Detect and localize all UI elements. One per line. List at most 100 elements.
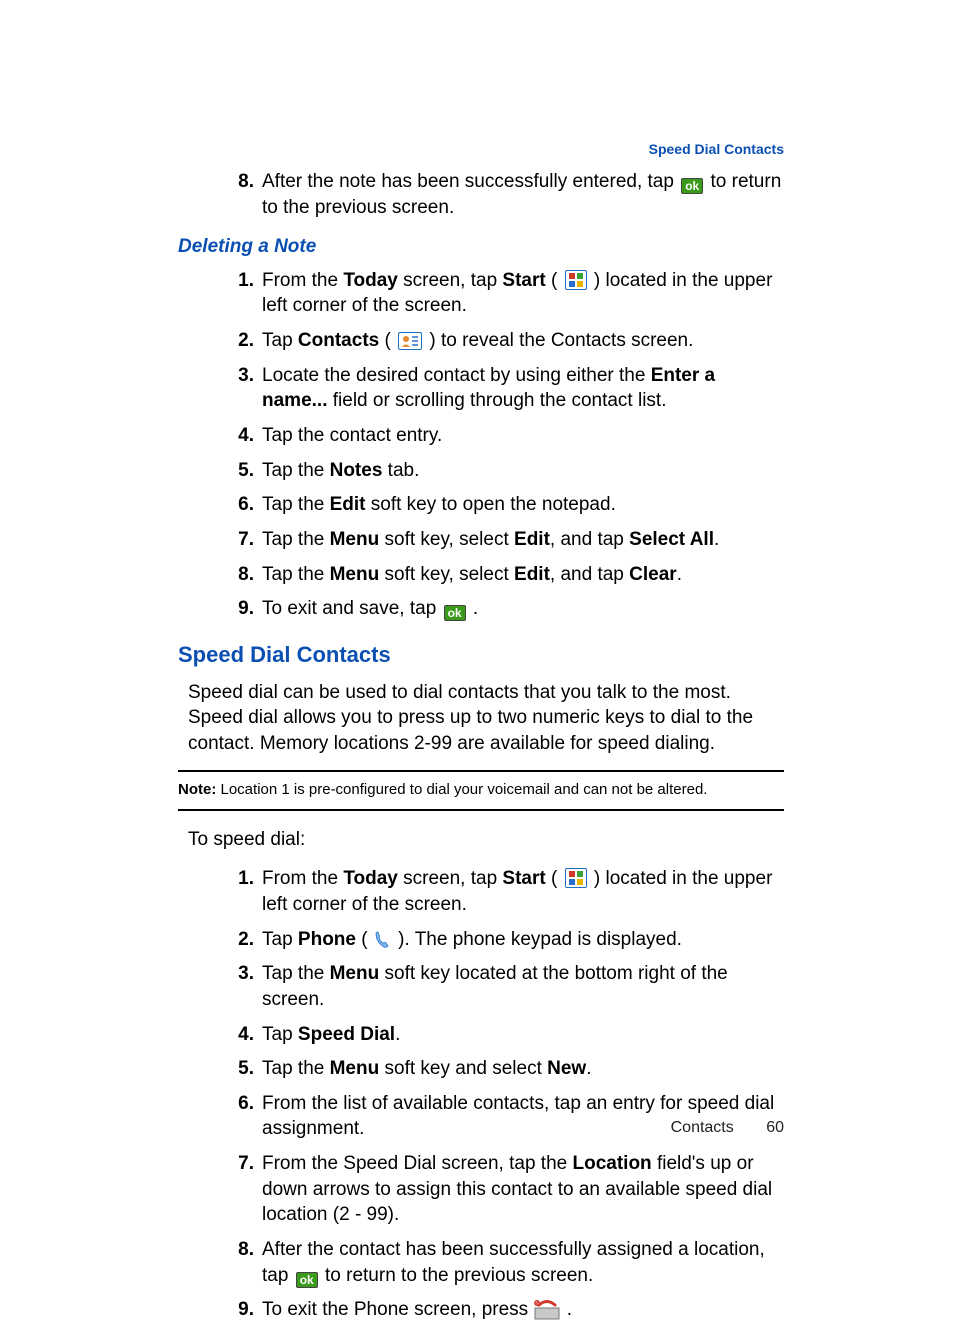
contacts-icon	[398, 332, 422, 350]
note-label: Note:	[178, 781, 216, 798]
text: Tap the	[262, 529, 330, 550]
note-box: Note: Location 1 is pre-configured to di…	[178, 770, 784, 810]
bold-text: Edit	[514, 564, 550, 585]
text: , and tap	[550, 529, 629, 550]
text: .	[561, 1299, 572, 1320]
deleting-step-1: From the Today screen, tap Start ( ) loc…	[262, 268, 784, 319]
bold-text: Menu	[330, 1058, 380, 1079]
footer-page-number: 60	[766, 1119, 784, 1136]
bold-text: Notes	[330, 460, 383, 481]
bold-text: New	[547, 1058, 586, 1079]
speed-step-8: After the contact has been successfully …	[262, 1237, 784, 1288]
text: Tap the	[262, 1058, 330, 1079]
bold-text: Start	[502, 868, 545, 889]
text: .	[468, 598, 479, 619]
speed-step-4: Tap Speed Dial.	[262, 1022, 784, 1048]
bold-text: Today	[343, 270, 398, 291]
speed-dial-lead: To speed dial:	[188, 827, 784, 853]
text: (	[356, 929, 373, 950]
footer-section: Contacts	[671, 1119, 734, 1136]
bold-text: Menu	[330, 529, 380, 550]
speed-step-3: Tap the Menu soft key located at the bot…	[262, 961, 784, 1012]
start-icon	[565, 868, 587, 888]
ok-icon: ok	[444, 605, 466, 621]
text: screen, tap	[398, 270, 503, 291]
text: Tap	[262, 1024, 298, 1045]
speed-step-1: From the Today screen, tap Start ( ) loc…	[262, 866, 784, 917]
speed-step-2: Tap Phone ( ). The phone keypad is displ…	[262, 927, 784, 953]
speed-dial-intro-paragraph: Speed dial can be used to dial contacts …	[188, 680, 784, 757]
end-call-key-icon	[533, 1299, 561, 1320]
deleting-step-8: Tap the Menu soft key, select Edit, and …	[262, 562, 784, 588]
text: soft key, select	[379, 529, 514, 550]
page-footer: Contacts 60	[671, 1117, 784, 1139]
bold-text: Speed Dial	[298, 1024, 395, 1045]
text: soft key, select	[379, 564, 514, 585]
text: To exit the Phone screen, press	[262, 1299, 533, 1320]
manual-page: Speed Dial Contacts After the note has b…	[0, 0, 954, 1319]
text: From the Speed Dial screen, tap the	[262, 1153, 573, 1174]
text: Tap the	[262, 963, 330, 984]
deleting-step-5: Tap the Notes tab.	[262, 458, 784, 484]
note-text: Location 1 is pre-configured to dial you…	[216, 781, 707, 798]
bold-text: Today	[343, 868, 398, 889]
text: (	[379, 330, 396, 351]
speed-step-5: Tap the Menu soft key and select New.	[262, 1056, 784, 1082]
heading-deleting-a-note: Deleting a Note	[178, 234, 784, 260]
text: ) to reveal the Contacts screen.	[424, 330, 693, 351]
bold-text: Edit	[330, 494, 366, 515]
running-header: Speed Dial Contacts	[178, 140, 784, 159]
bold-text: Location	[573, 1153, 652, 1174]
bold-text: Menu	[330, 963, 380, 984]
text: .	[677, 564, 682, 585]
text: Tap the	[262, 494, 330, 515]
speed-dial-steps-list: From the Today screen, tap Start ( ) loc…	[178, 866, 784, 1323]
deleting-step-4: Tap the contact entry.	[262, 423, 784, 449]
text: From the	[262, 270, 343, 291]
text: .	[714, 529, 719, 550]
ok-icon: ok	[296, 1272, 318, 1288]
heading-speed-dial-contacts: Speed Dial Contacts	[178, 640, 784, 670]
text: soft key and select	[379, 1058, 547, 1079]
deleting-step-7: Tap the Menu soft key, select Edit, and …	[262, 527, 784, 553]
continuation-list: After the note has been successfully ent…	[178, 169, 784, 220]
text: Locate the desired contact by using eith…	[262, 365, 651, 386]
text: Tap	[262, 929, 298, 950]
text: Tap the	[262, 460, 330, 481]
ok-icon: ok	[681, 178, 703, 194]
phone-icon	[373, 929, 393, 950]
deleting-steps-list: From the Today screen, tap Start ( ) loc…	[178, 268, 784, 622]
deleting-step-2: Tap Contacts ( ) to reveal the Contacts …	[262, 328, 784, 354]
start-icon	[565, 270, 587, 290]
bold-text: Menu	[330, 564, 380, 585]
text: field or scrolling through the contact l…	[327, 390, 666, 411]
text: .	[586, 1058, 591, 1079]
text: , and tap	[550, 564, 629, 585]
text: After the note has been successfully ent…	[262, 171, 679, 192]
text: .	[395, 1024, 400, 1045]
text: tab.	[382, 460, 419, 481]
text: Tap	[262, 330, 298, 351]
text: Tap the contact entry.	[262, 425, 442, 446]
speed-step-9: To exit the Phone screen, press .	[262, 1297, 784, 1323]
deleting-step-9: To exit and save, tap ok .	[262, 596, 784, 622]
bold-text: Contacts	[298, 330, 379, 351]
text: From the	[262, 868, 343, 889]
text: To exit and save, tap	[262, 598, 442, 619]
deleting-step-6: Tap the Edit soft key to open the notepa…	[262, 492, 784, 518]
bold-text: Clear	[629, 564, 677, 585]
text: Tap the	[262, 564, 330, 585]
text: ). The phone keypad is displayed.	[393, 929, 682, 950]
text: to return to the previous screen.	[320, 1265, 594, 1286]
text: (	[546, 868, 563, 889]
step-8-enter-note: After the note has been successfully ent…	[262, 169, 784, 220]
deleting-step-3: Locate the desired contact by using eith…	[262, 363, 784, 414]
text: (	[546, 270, 563, 291]
bold-text: Edit	[514, 529, 550, 550]
speed-step-7: From the Speed Dial screen, tap the Loca…	[262, 1151, 784, 1228]
bold-text: Start	[502, 270, 545, 291]
bold-text: Phone	[298, 929, 356, 950]
text: soft key to open the notepad.	[366, 494, 616, 515]
text: screen, tap	[398, 868, 503, 889]
bold-text: Select All	[629, 529, 714, 550]
